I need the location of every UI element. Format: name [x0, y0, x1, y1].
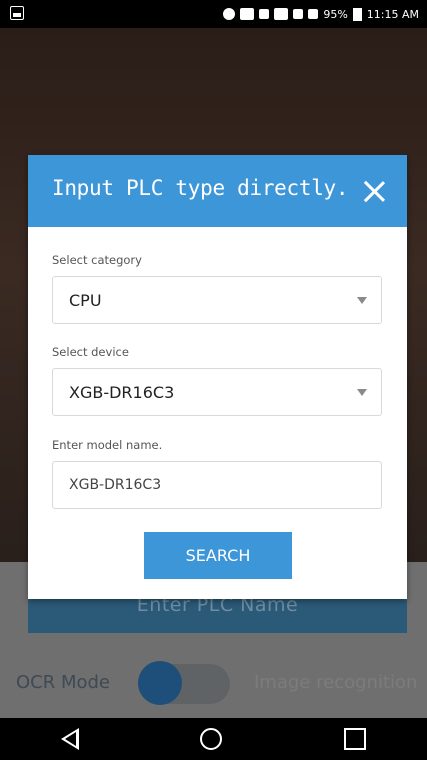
nfc-icon	[240, 8, 255, 20]
wifi-icon	[274, 8, 289, 20]
device-label: Select device	[52, 345, 129, 359]
battery-icon	[352, 7, 362, 21]
vibrate-icon	[259, 9, 270, 19]
status-icons: 95% 11:15 AM	[223, 0, 419, 28]
device-value: XGB-DR16C3	[69, 383, 175, 402]
device-select[interactable]: XGB-DR16C3	[52, 368, 382, 416]
clock: 11:15 AM	[366, 7, 419, 21]
home-icon[interactable]	[200, 728, 223, 750]
category-label: Select category	[52, 253, 142, 267]
category-value: CPU	[69, 291, 102, 310]
model-name-input[interactable]	[52, 461, 382, 509]
recent-apps-icon[interactable]	[344, 728, 367, 750]
chevron-down-icon	[357, 389, 367, 396]
image-recognition-label: Image recognition	[254, 672, 418, 693]
gallery-notification-icon	[10, 6, 24, 20]
signal-icon	[308, 9, 319, 19]
plc-type-dialog: Input PLC type directly. Select category…	[28, 155, 407, 599]
mode-toggle-knob[interactable]	[138, 661, 182, 705]
category-select[interactable]: CPU	[52, 276, 382, 324]
dialog-title: Input PLC type directly.	[52, 176, 349, 200]
model-label: Enter model name.	[52, 438, 163, 452]
ocr-mode-label: OCR Mode	[16, 672, 111, 693]
chevron-down-icon	[357, 297, 367, 304]
bluetooth-icon	[223, 8, 236, 20]
status-bar: 95% 11:15 AM	[0, 0, 427, 28]
no-sim-icon	[293, 9, 304, 19]
search-button[interactable]: SEARCH	[144, 532, 292, 579]
close-icon[interactable]	[363, 180, 385, 202]
navigation-bar	[0, 718, 427, 760]
back-icon[interactable]	[60, 728, 79, 750]
dialog-header: Input PLC type directly.	[28, 155, 407, 227]
battery-percent: 95%	[323, 7, 348, 21]
